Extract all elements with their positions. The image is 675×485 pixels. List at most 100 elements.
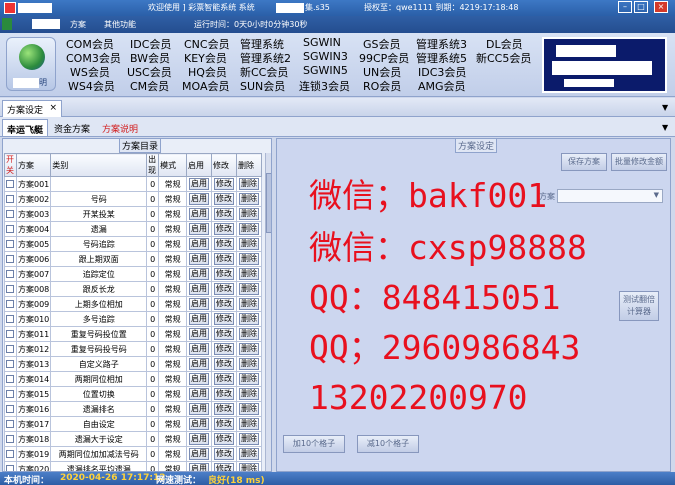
enable-button[interactable]: 启用: [189, 208, 210, 220]
table-row[interactable]: 方案017 自由设定 0 常规 启用 修改 删除: [4, 416, 263, 432]
row-enable-checkbox[interactable]: [6, 420, 15, 428]
tab-list-dropdown-icon[interactable]: ▼: [662, 103, 668, 112]
enable-button[interactable]: 启用: [189, 373, 210, 385]
enable-button[interactable]: 启用: [189, 463, 210, 471]
row-enable-checkbox[interactable]: [6, 180, 15, 188]
tab-plan-notes[interactable]: 方案说明: [98, 119, 142, 136]
enable-button[interactable]: 启用: [189, 418, 210, 430]
edit-button[interactable]: 修改: [213, 403, 234, 415]
edit-button[interactable]: 修改: [213, 178, 234, 190]
edit-button[interactable]: 修改: [213, 313, 234, 325]
tab-plan-settings[interactable]: 方案设定 ×: [2, 100, 62, 117]
enable-button[interactable]: 启用: [189, 403, 210, 415]
enable-button[interactable]: 启用: [189, 433, 210, 445]
delete-button[interactable]: 删除: [238, 388, 259, 400]
row-enable-checkbox[interactable]: [6, 195, 15, 203]
member-link[interactable]: 新CC5会员: [476, 50, 531, 66]
column-header-category[interactable]: 类别: [50, 153, 148, 177]
delete-button[interactable]: 删除: [238, 373, 259, 385]
edit-button[interactable]: 修改: [213, 343, 234, 355]
edit-button[interactable]: 修改: [213, 358, 234, 370]
edit-button[interactable]: 修改: [213, 208, 234, 220]
delete-button[interactable]: 删除: [238, 463, 259, 471]
member-link[interactable]: SGWIN5: [303, 64, 348, 77]
edit-button[interactable]: 修改: [213, 388, 234, 400]
member-link[interactable]: AMG会员: [418, 78, 466, 94]
tab-lucky-airship[interactable]: 幸运飞艇: [2, 119, 49, 136]
delete-button[interactable]: 删除: [238, 448, 259, 460]
member-link[interactable]: WS4会员: [68, 78, 115, 94]
enable-button[interactable]: 启用: [189, 283, 210, 295]
enable-button[interactable]: 启用: [189, 298, 210, 310]
delete-button[interactable]: 删除: [238, 208, 259, 220]
row-enable-checkbox[interactable]: [6, 360, 15, 368]
table-row[interactable]: 方案013 自定义路子 0 常规 启用 修改 删除: [4, 356, 263, 372]
enable-button[interactable]: 启用: [189, 343, 210, 355]
member-link[interactable]: CM会员: [130, 78, 169, 94]
table-row[interactable]: 方案001 0 常规 启用 修改 删除: [4, 176, 263, 192]
delete-button[interactable]: 删除: [238, 178, 259, 190]
column-header-enable[interactable]: 启用: [186, 153, 212, 177]
edit-button[interactable]: 修改: [213, 463, 234, 471]
menu-item-plan[interactable]: 方案: [70, 19, 86, 30]
table-row[interactable]: 方案015 位置切换 0 常规 启用 修改 删除: [4, 386, 263, 402]
row-enable-checkbox[interactable]: [6, 270, 15, 278]
close-window-button[interactable]: ×: [654, 1, 668, 13]
delete-button[interactable]: 删除: [238, 433, 259, 445]
table-row[interactable]: 方案016 遗漏排名 0 常规 启用 修改 删除: [4, 401, 263, 417]
delete-button[interactable]: 删除: [238, 403, 259, 415]
table-row[interactable]: 方案014 两期同位相加 0 常规 启用 修改 删除: [4, 371, 263, 387]
enable-button[interactable]: 启用: [189, 358, 210, 370]
delete-button[interactable]: 删除: [238, 193, 259, 205]
remove-10-cells-button[interactable]: 减10个格子: [357, 435, 419, 453]
member-link[interactable]: SUN会员: [240, 78, 285, 94]
menu-item-other[interactable]: 其他功能: [104, 19, 136, 30]
table-row[interactable]: 方案019 两期同位加加减法号码 0 常规 启用 修改 删除: [4, 446, 263, 462]
column-header-edit[interactable]: 修改: [211, 153, 237, 177]
table-row[interactable]: 方案012 重复号码投号码 0 常规 启用 修改 删除: [4, 341, 263, 357]
edit-button[interactable]: 修改: [213, 418, 234, 430]
row-enable-checkbox[interactable]: [6, 240, 15, 248]
row-enable-checkbox[interactable]: [6, 405, 15, 413]
main-menu-button[interactable]: 明: [6, 37, 56, 91]
enable-button[interactable]: 启用: [189, 268, 210, 280]
table-row[interactable]: 方案006 跟上期双面 0 常规 启用 修改 删除: [4, 251, 263, 267]
edit-button[interactable]: 修改: [213, 328, 234, 340]
save-plan-button[interactable]: 保存方案: [561, 153, 607, 171]
enable-button[interactable]: 启用: [189, 253, 210, 265]
delete-button[interactable]: 删除: [238, 328, 259, 340]
table-row[interactable]: 方案009 上期多位相加 0 常规 启用 修改 删除: [4, 296, 263, 312]
enable-button[interactable]: 启用: [189, 193, 210, 205]
delete-button[interactable]: 删除: [238, 313, 259, 325]
batch-edit-amount-button[interactable]: 批量修改金额: [611, 153, 667, 171]
delete-button[interactable]: 删除: [238, 298, 259, 310]
member-link[interactable]: RO会员: [363, 78, 401, 94]
edit-button[interactable]: 修改: [213, 253, 234, 265]
edit-button[interactable]: 修改: [213, 373, 234, 385]
row-enable-checkbox[interactable]: [6, 435, 15, 443]
enable-button[interactable]: 启用: [189, 178, 210, 190]
delete-button[interactable]: 删除: [238, 343, 259, 355]
table-row[interactable]: 方案004 遗漏 0 常规 启用 修改 删除: [4, 221, 263, 237]
row-enable-checkbox[interactable]: [6, 300, 15, 308]
scrollbar-thumb[interactable]: [266, 173, 271, 233]
enable-button[interactable]: 启用: [189, 223, 210, 235]
plan-list-scrollbar[interactable]: [265, 153, 271, 471]
minimize-button[interactable]: –: [618, 1, 632, 13]
subtab-dropdown-icon[interactable]: ▼: [662, 123, 668, 132]
table-row[interactable]: 方案003 开某投某 0 常规 启用 修改 删除: [4, 206, 263, 222]
table-row[interactable]: 方案018 遗漏大于设定 0 常规 启用 修改 删除: [4, 431, 263, 447]
edit-button[interactable]: 修改: [213, 268, 234, 280]
enable-button[interactable]: 启用: [189, 238, 210, 250]
delete-button[interactable]: 删除: [238, 418, 259, 430]
close-tab-icon[interactable]: ×: [49, 103, 57, 113]
delete-button[interactable]: 删除: [238, 268, 259, 280]
table-row[interactable]: 方案008 跟反长龙 0 常规 启用 修改 删除: [4, 281, 263, 297]
column-header-switch[interactable]: 开关: [4, 153, 17, 177]
multiplier-calculator-button[interactable]: 测试翻倍 计算器: [619, 291, 659, 321]
enable-button[interactable]: 启用: [189, 388, 210, 400]
edit-button[interactable]: 修改: [213, 298, 234, 310]
enable-button[interactable]: 启用: [189, 313, 210, 325]
column-header-delete[interactable]: 删除: [235, 153, 263, 177]
row-enable-checkbox[interactable]: [6, 390, 15, 398]
